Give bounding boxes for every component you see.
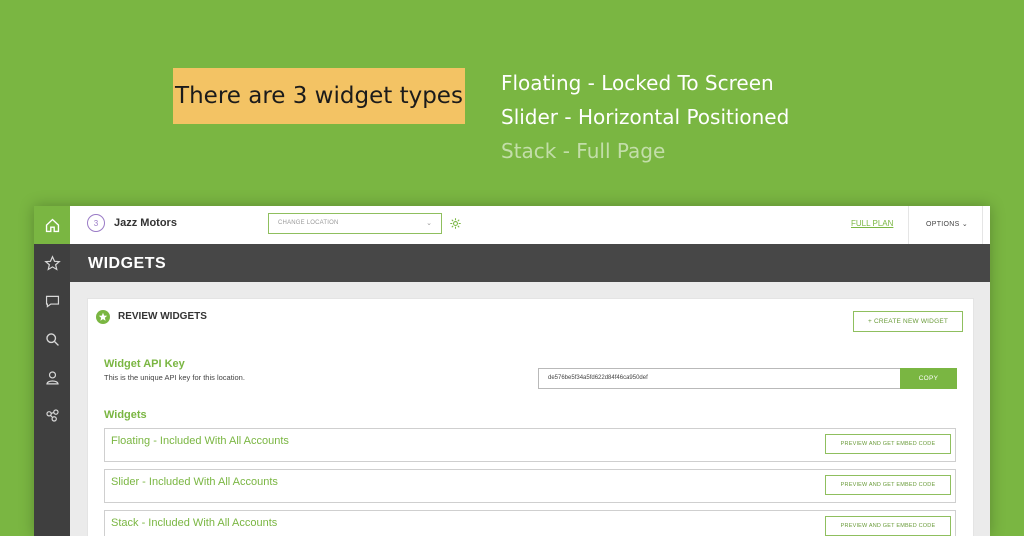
widget-types-callout: There are 3 widget types [173, 68, 465, 124]
gear-icon[interactable] [449, 217, 462, 230]
widget-row-slider: Slider - Included With All Accounts PREV… [104, 469, 956, 503]
sidebar-item-contacts[interactable] [34, 358, 70, 396]
create-new-widget-button[interactable]: + CREATE NEW WIDGET [853, 311, 963, 332]
topbar-divider [908, 206, 909, 244]
star-icon [43, 254, 61, 271]
widget-name: Floating - Included With All Accounts [111, 435, 289, 447]
widget-type-slider: Slider - Horizontal Positioned [501, 105, 790, 129]
api-key-title: Widget API Key [104, 358, 185, 370]
sidebar-item-messages[interactable] [34, 282, 70, 320]
review-widgets-card: REVIEW WIDGETS + CREATE NEW WIDGET Widge… [87, 298, 974, 536]
api-key-value: de576be5f34a5fd622d84f46ca950def [548, 375, 648, 381]
company-logo[interactable]: 3 [87, 214, 105, 232]
company-name: Jazz Motors [114, 217, 177, 229]
top-bar: 3 Jazz Motors CHANGE LOCATION ⌄ FULL PLA… [70, 206, 990, 245]
search-icon [45, 332, 59, 346]
full-plan-link[interactable]: FULL PLAN [851, 219, 893, 228]
app-window: 3 Jazz Motors CHANGE LOCATION ⌄ FULL PLA… [34, 206, 990, 536]
page-title: WIDGETS [88, 255, 167, 272]
location-select[interactable]: CHANGE LOCATION ⌄ [268, 213, 442, 234]
options-label: OPTIONS [926, 221, 960, 228]
star-badge-icon [96, 310, 110, 324]
api-key-field[interactable]: de576be5f34a5fd622d84f46ca950def [538, 368, 902, 389]
options-menu[interactable]: OPTIONS ⌄ [926, 220, 968, 228]
sidebar-item-search[interactable] [34, 320, 70, 358]
widget-type-floating: Floating - Locked To Screen [501, 71, 774, 95]
preview-embed-button[interactable]: PREVIEW AND GET EMBED CODE [825, 475, 951, 495]
widget-row-floating: Floating - Included With All Accounts PR… [104, 428, 956, 462]
sidebar [34, 206, 70, 536]
chevron-down-icon: ⌄ [426, 220, 432, 227]
sidebar-item-reviews[interactable] [34, 244, 70, 282]
widget-name: Stack - Included With All Accounts [111, 517, 278, 529]
topbar-divider [982, 206, 983, 244]
user-icon [45, 370, 59, 384]
widget-row-stack: Stack - Included With All Accounts PREVI… [104, 510, 956, 536]
preview-embed-button[interactable]: PREVIEW AND GET EMBED CODE [825, 434, 951, 454]
widgets-title: Widgets [104, 409, 147, 421]
chat-icon [45, 295, 59, 308]
main-content: REVIEW WIDGETS + CREATE NEW WIDGET Widge… [70, 282, 990, 536]
home-icon [45, 218, 59, 232]
location-select-placeholder: CHANGE LOCATION [278, 220, 339, 226]
preview-embed-button[interactable]: PREVIEW AND GET EMBED CODE [825, 516, 951, 536]
card-title: REVIEW WIDGETS [118, 311, 207, 322]
widget-types-list: Floating - Locked To Screen Slider - Hor… [501, 66, 789, 168]
network-icon [45, 408, 59, 422]
sidebar-item-home[interactable] [34, 206, 70, 244]
chevron-down-icon: ⌄ [961, 221, 969, 228]
page-title-bar: WIDGETS [70, 244, 990, 282]
copy-button[interactable]: COPY [900, 368, 957, 389]
api-key-description: This is the unique API key for this loca… [104, 373, 245, 382]
widget-type-stack: Stack - Full Page [501, 139, 666, 163]
sidebar-item-network[interactable] [34, 396, 70, 434]
widget-name: Slider - Included With All Accounts [111, 476, 278, 488]
